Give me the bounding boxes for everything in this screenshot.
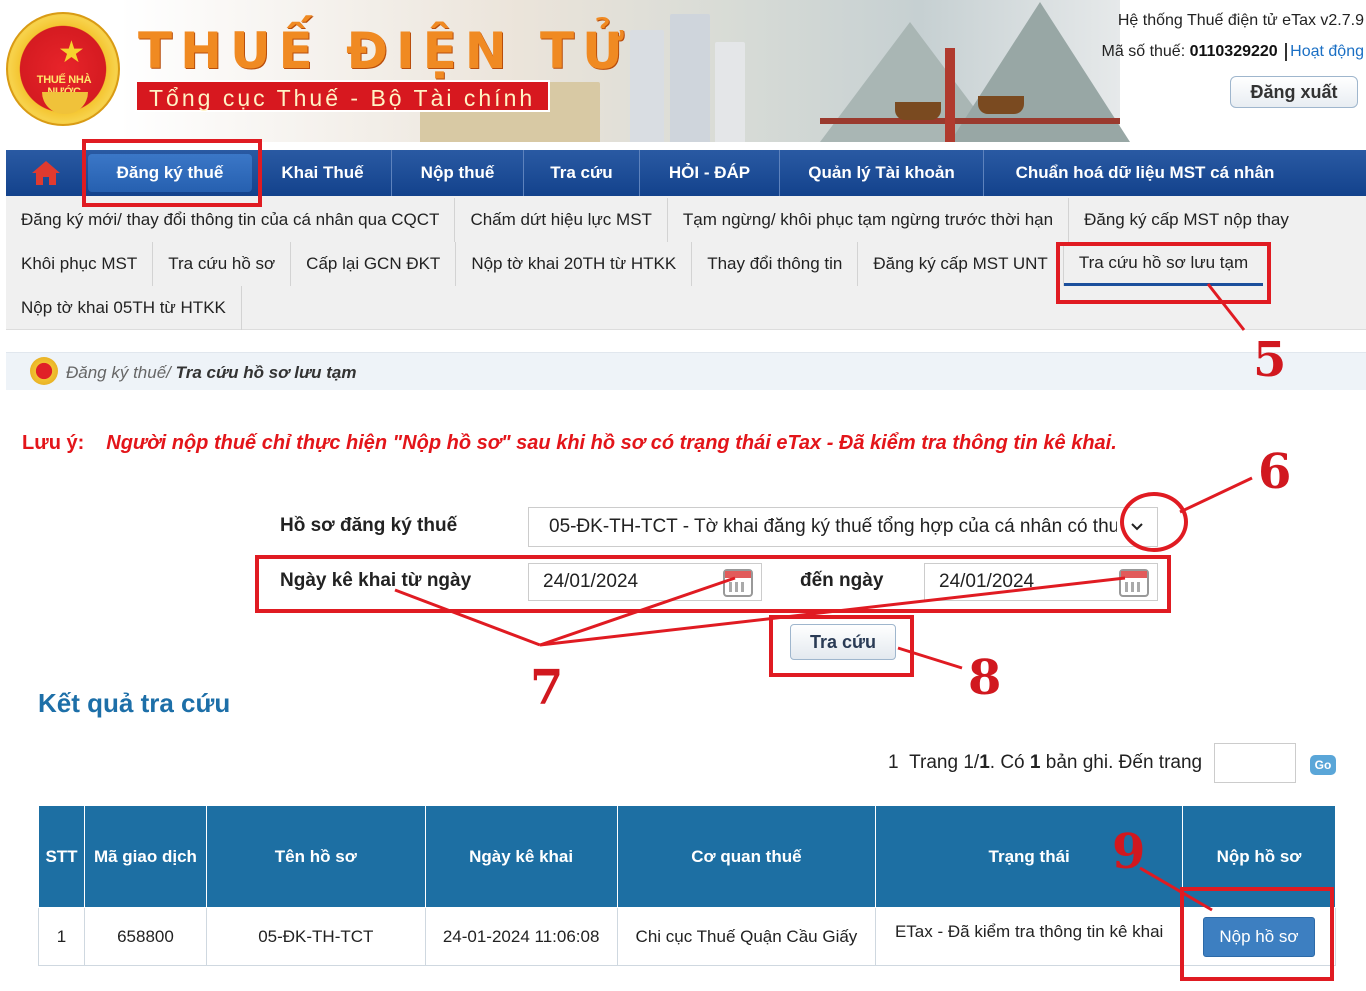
pager-page-text: Trang 1/: [909, 752, 980, 773]
logout-button[interactable]: Đăng xuất: [1230, 76, 1358, 108]
notice: Lưu ý: Người nộp thuế chỉ thực hiện "Nộp …: [22, 432, 1117, 455]
annotation-circle: [1120, 492, 1188, 552]
col-header: Ngày kê khai: [424, 805, 618, 908]
boat-shape: [895, 102, 941, 120]
annotation-box: [769, 615, 914, 677]
notice-text: Người nộp thuế chỉ thực hiện "Nộp hồ sơ"…: [106, 432, 1117, 454]
col-header: Cơ quan thuế: [616, 805, 877, 908]
subnav-tra-cuu-ho-so[interactable]: Tra cứu hồ sơ: [153, 242, 292, 286]
cell-status: ETax - Đã kiểm tra thông tin kê khai: [875, 907, 1183, 966]
pager-page-num[interactable]: 1: [888, 752, 899, 773]
system-name: Hệ thống Thuế điện tử eTax v2.7.9: [1117, 12, 1364, 29]
tax-id-label: Mã số thuế:: [1101, 43, 1190, 61]
home-button[interactable]: [6, 150, 86, 196]
star-icon: ★: [58, 36, 85, 69]
annotation-step-9: 9: [1112, 824, 1146, 880]
subnav-tam-ngung[interactable]: Tạm ngừng/ khôi phục tạm ngừng trước thờ…: [668, 198, 1070, 242]
subnav-nop-20th[interactable]: Nộp tờ khai 20TH từ HTKK: [456, 242, 693, 286]
bridge-deck: [820, 118, 1120, 124]
emblem-icon: [30, 357, 58, 385]
gear-icon: [42, 92, 88, 114]
building-shape: [715, 42, 745, 142]
bridge-pylon: [945, 48, 955, 142]
cell-tax-office: Chi cục Thuế Quận Cầu Giấy: [616, 907, 877, 966]
go-button[interactable]: Go: [1310, 755, 1336, 775]
brand-subtitle: Tổng cục Thuế - Bộ Tài chính: [135, 80, 550, 112]
breadcrumb-current: Tra cứu hồ sơ lưu tạm: [175, 363, 357, 382]
annotation-box: [1056, 242, 1271, 304]
subnav-cham-dut-mst[interactable]: Chấm dứt hiệu lực MST: [455, 198, 668, 242]
separator: [1285, 43, 1288, 61]
dossier-select-value: 05-ĐK-TH-TCT - Tờ khai đăng ký thuế tổng…: [549, 516, 1117, 537]
tax-id-value: 0110329220: [1189, 43, 1278, 61]
col-header: STT: [38, 805, 85, 908]
annotation-step-8: 8: [968, 650, 1002, 706]
nav-khai-thue[interactable]: Khai Thuế: [254, 150, 392, 196]
home-icon: [31, 161, 60, 185]
pager-page-total: 1: [979, 752, 990, 773]
tax-emblem-logo: ★ THUẾ NHÀ NƯỚC: [6, 12, 120, 126]
brand-title: THUẾ ĐIỆN TỬ: [138, 22, 632, 80]
pager-count: 1: [1029, 752, 1041, 773]
annotation-step-7: 7: [530, 660, 564, 716]
pager-count-pre: . Có: [989, 752, 1030, 773]
subnav-khoi-phuc-mst[interactable]: Khôi phục MST: [6, 242, 154, 286]
subnav-cap-lai-gcn[interactable]: Cấp lại GCN ĐKT: [291, 242, 457, 286]
annotation-box: [255, 555, 1171, 613]
goto-page-input[interactable]: [1214, 743, 1296, 783]
subnav-cap-mst-unt[interactable]: Đăng ký cấp MST UNT: [858, 242, 1064, 286]
annotation-box: [82, 139, 262, 207]
building-shape: [670, 14, 710, 142]
breadcrumb: Đăng ký thuế/ Tra cứu hồ sơ lưu tạm: [6, 352, 1366, 390]
nav-hoi-dap[interactable]: HỎI - ĐÁP: [640, 150, 780, 196]
system-info: Hệ thống Thuế điện tử eTax v2.7.9 Mã số …: [1102, 12, 1364, 74]
building-shape: [630, 30, 664, 142]
annotation-step-5: 5: [1253, 332, 1287, 388]
subnav-nop-05th[interactable]: Nộp tờ khai 05TH từ HTKK: [6, 286, 242, 330]
header-banner: ★ THUẾ NHÀ NƯỚC THUẾ ĐIỆN TỬ Tổng cục Th…: [0, 0, 1366, 150]
breadcrumb-parent[interactable]: Đăng ký thuế/: [66, 363, 176, 382]
dossier-label: Hồ sơ đăng ký thuế: [280, 515, 458, 536]
nav-quan-ly-tai-khoan[interactable]: Quản lý Tài khoản: [780, 150, 984, 196]
nav-tra-cuu[interactable]: Tra cứu: [524, 150, 640, 196]
annotation-step-6: 6: [1258, 444, 1292, 500]
sub-nav-row: Nộp tờ khai 05TH từ HTKK: [6, 286, 242, 330]
cell-stt: 1: [38, 907, 85, 966]
activity-link[interactable]: Hoạt động: [1290, 43, 1364, 60]
subnav-cap-mst-nop-thay[interactable]: Đăng ký cấp MST nộp thay: [1069, 198, 1304, 242]
nav-chuan-hoa-mst[interactable]: Chuẩn hoá dữ liệu MST cá nhân: [984, 150, 1306, 196]
annotation-box: [1180, 887, 1334, 981]
nav-nop-thue[interactable]: Nộp thuế: [392, 150, 524, 196]
notice-label: Lưu ý:: [22, 432, 85, 454]
cell-declare-date: 24-01-2024 11:06:08: [424, 907, 618, 966]
subnav-thay-doi-thong-tin[interactable]: Thay đổi thông tin: [692, 242, 859, 286]
results-title: Kết quả tra cứu: [38, 688, 231, 718]
col-header: Tên hồ sơ: [205, 805, 426, 908]
tax-id-line: Mã số thuế: 0110329220 Hoạt động: [1102, 43, 1364, 63]
dossier-select[interactable]: 05-ĐK-TH-TCT - Tờ khai đăng ký thuế tổng…: [528, 507, 1158, 547]
table-row: 1 658800 05-ĐK-TH-TCT 24-01-2024 11:06:0…: [38, 907, 1336, 966]
cell-transaction-id: 658800: [83, 907, 207, 966]
breadcrumb-text: Đăng ký thuế/ Tra cứu hồ sơ lưu tạm: [66, 363, 356, 383]
cell-dossier-name: 05-ĐK-TH-TCT: [205, 907, 426, 966]
col-header: Mã giao dịch: [83, 805, 207, 908]
boat-shape: [978, 96, 1024, 114]
pager-count-post: bản ghi. Đến trang: [1040, 752, 1203, 773]
pager-info: 1 Trang 1/1. Có 1 bản ghi. Đến trang: [888, 752, 1202, 774]
